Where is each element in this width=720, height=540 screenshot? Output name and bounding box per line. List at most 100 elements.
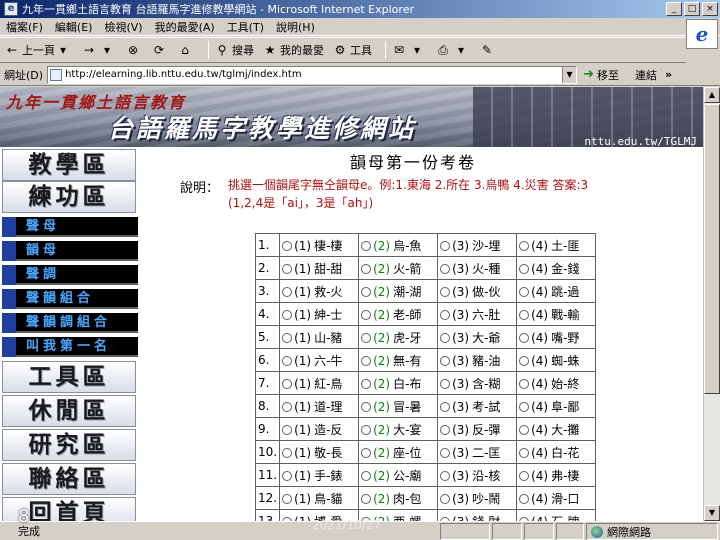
chevron-down-icon[interactable]: ▾ bbox=[99, 42, 115, 58]
answer-option[interactable]: (1) 敬-長 bbox=[279, 440, 360, 464]
radio-button[interactable] bbox=[519, 240, 530, 251]
answer-option[interactable]: (1) 紳-士 bbox=[279, 302, 360, 326]
radio-button[interactable] bbox=[519, 447, 530, 458]
answer-option[interactable]: (1) 六-牛 bbox=[279, 348, 360, 372]
answer-option[interactable]: (2) 烏-魚 bbox=[358, 233, 439, 257]
answer-option[interactable]: (1) 手-錶 bbox=[279, 463, 360, 487]
answer-option[interactable]: (4) 白-花 bbox=[516, 440, 597, 464]
answer-option[interactable]: (4) 阜-鄙 bbox=[516, 394, 597, 418]
answer-option[interactable]: (3) 沿-核 bbox=[437, 463, 518, 487]
radio-button[interactable] bbox=[440, 447, 451, 458]
links-label[interactable]: 連結 bbox=[635, 67, 657, 83]
radio-button[interactable] bbox=[519, 401, 530, 412]
answer-option[interactable]: (1) 棲-棲 bbox=[279, 233, 360, 257]
menu-favorites[interactable]: 我的最愛(A) bbox=[155, 19, 215, 35]
radio-button[interactable] bbox=[519, 493, 530, 504]
vertical-scrollbar[interactable]: ▲ ▼ bbox=[703, 87, 720, 521]
home-button[interactable]: ⌂ bbox=[177, 42, 195, 58]
scroll-thumb[interactable] bbox=[704, 104, 720, 394]
answer-option[interactable]: (3) 做-伙 bbox=[437, 279, 518, 303]
radio-button[interactable] bbox=[361, 378, 372, 389]
radio-button[interactable] bbox=[361, 447, 372, 458]
answer-option[interactable]: (2) 潮-湖 bbox=[358, 279, 439, 303]
address-url[interactable]: http://elearning.lib.nttu.edu.tw/tglmj/i… bbox=[65, 69, 302, 80]
nav-leisure[interactable]: 休閒區 bbox=[2, 395, 136, 427]
answer-option[interactable]: (3) 大-爺 bbox=[437, 325, 518, 349]
radio-button[interactable] bbox=[282, 470, 293, 481]
radio-button[interactable] bbox=[519, 355, 530, 366]
radio-button[interactable] bbox=[440, 286, 451, 297]
answer-option[interactable]: (4) 土-匪 bbox=[516, 233, 597, 257]
chevron-down-icon[interactable]: ▾ bbox=[55, 42, 71, 58]
answer-option[interactable]: (4) 嘴-野 bbox=[516, 325, 597, 349]
chevron-right-icon[interactable]: » bbox=[665, 68, 672, 81]
answer-option[interactable]: (4)石-牌 bbox=[516, 509, 597, 521]
nav-sub-tones[interactable]: 聲調 bbox=[2, 265, 138, 285]
mail-button[interactable]: ✉ ▾ bbox=[391, 42, 427, 58]
radio-button[interactable] bbox=[282, 286, 293, 297]
radio-button[interactable] bbox=[282, 355, 293, 366]
nav-research[interactable]: 研究區 bbox=[2, 429, 136, 461]
answer-option[interactable]: (2) 座-位 bbox=[358, 440, 439, 464]
answer-option[interactable]: (3) 火-種 bbox=[437, 256, 518, 280]
nav-sub-initials[interactable]: 聲母 bbox=[2, 217, 138, 237]
answer-option[interactable]: (2) 老-師 bbox=[358, 302, 439, 326]
radio-button[interactable] bbox=[440, 401, 451, 412]
radio-button[interactable] bbox=[519, 263, 530, 274]
close-button[interactable]: × bbox=[702, 2, 718, 16]
radio-button[interactable] bbox=[361, 401, 372, 412]
radio-button[interactable] bbox=[282, 424, 293, 435]
radio-button[interactable] bbox=[361, 493, 372, 504]
answer-option[interactable]: (1) 紅-鳥 bbox=[279, 371, 360, 395]
nav-contact[interactable]: 聯絡區 bbox=[2, 463, 136, 495]
answer-option[interactable]: (3) 豬-油 bbox=[437, 348, 518, 372]
radio-button[interactable] bbox=[519, 378, 530, 389]
answer-option[interactable]: (2) 虎-牙 bbox=[358, 325, 439, 349]
answer-option[interactable]: (2) 冒-暑 bbox=[358, 394, 439, 418]
nav-sub-initial-final-tone[interactable]: 聲韻調組合 bbox=[2, 313, 138, 333]
chevron-down-icon[interactable]: ▾ bbox=[409, 42, 425, 58]
answer-option[interactable]: (3) 二-匡 bbox=[437, 440, 518, 464]
radio-button[interactable] bbox=[282, 309, 293, 320]
radio-button[interactable] bbox=[440, 424, 451, 435]
menu-tools[interactable]: 工具(T) bbox=[227, 19, 264, 35]
address-input[interactable]: http://elearning.lib.nttu.edu.tw/tglmj/i… bbox=[47, 65, 578, 84]
window-title-bar[interactable]: e 九年一貫鄉土語言教育 台語羅馬字進修教學網站 - Microsoft Int… bbox=[0, 0, 720, 18]
radio-button[interactable] bbox=[282, 263, 293, 274]
radio-button[interactable] bbox=[440, 470, 451, 481]
answer-option[interactable]: (2) 無-有 bbox=[358, 348, 439, 372]
radio-button[interactable] bbox=[519, 424, 530, 435]
menu-edit[interactable]: 編輯(E) bbox=[55, 19, 93, 35]
answer-option[interactable]: (4) 滑-口 bbox=[516, 486, 597, 510]
radio-button[interactable] bbox=[282, 332, 293, 343]
answer-option[interactable]: (3) 六-肚 bbox=[437, 302, 518, 326]
go-button[interactable]: ➜ 移至 bbox=[583, 67, 619, 83]
nav-sub-initial-final[interactable]: 聲韻組合 bbox=[2, 289, 138, 309]
radio-button[interactable] bbox=[440, 332, 451, 343]
scroll-up-icon[interactable]: ▲ bbox=[704, 87, 720, 103]
radio-button[interactable] bbox=[440, 240, 451, 251]
scroll-down-icon[interactable]: ▼ bbox=[704, 505, 720, 521]
answer-option[interactable]: (4) 戰-輸 bbox=[516, 302, 597, 326]
nav-tools[interactable]: 工具區 bbox=[2, 361, 136, 393]
chevron-down-icon[interactable]: ▼ bbox=[562, 66, 577, 83]
nav-sub-finals[interactable]: 韻母 bbox=[2, 241, 138, 261]
answer-option[interactable]: (3)錢-財 bbox=[437, 509, 518, 521]
radio-button[interactable] bbox=[282, 378, 293, 389]
answer-option[interactable]: (3) 考-試 bbox=[437, 394, 518, 418]
radio-button[interactable] bbox=[519, 286, 530, 297]
answer-option[interactable]: (1) 造-反 bbox=[279, 417, 360, 441]
radio-button[interactable] bbox=[440, 309, 451, 320]
radio-button[interactable] bbox=[361, 286, 372, 297]
answer-option[interactable]: (4) 蜘-蛛 bbox=[516, 348, 597, 372]
radio-button[interactable] bbox=[361, 355, 372, 366]
menu-file[interactable]: 檔案(F) bbox=[6, 19, 43, 35]
answer-option[interactable]: (4) 跳-過 bbox=[516, 279, 597, 303]
tools-button[interactable]: ⚙ 工具 bbox=[332, 42, 372, 58]
menu-help[interactable]: 說明(H) bbox=[276, 19, 315, 35]
answer-option[interactable]: (2) 火-箭 bbox=[358, 256, 439, 280]
answer-option[interactable]: (3) 沙-埋 bbox=[437, 233, 518, 257]
radio-button[interactable] bbox=[361, 424, 372, 435]
back-button[interactable]: ← 上一頁 ▾ bbox=[4, 42, 73, 58]
answer-option[interactable]: (4) 大-攤 bbox=[516, 417, 597, 441]
